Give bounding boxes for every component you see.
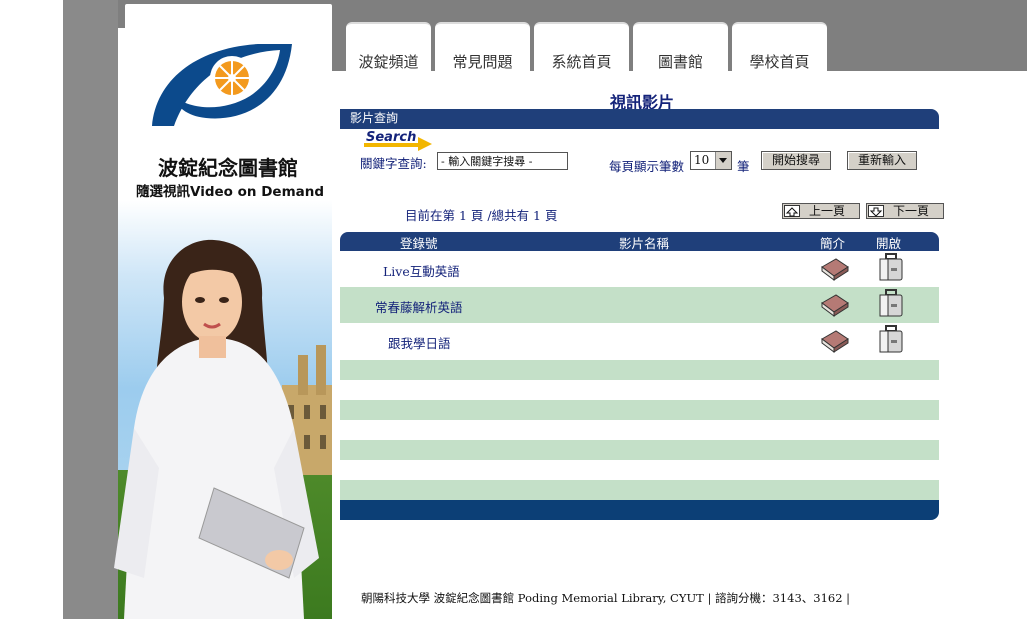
arrow-down-icon xyxy=(868,205,884,217)
tab-school-home[interactable]: 學校首頁 xyxy=(732,22,827,71)
table-row xyxy=(340,360,939,380)
header-name: 影片名稱 xyxy=(619,236,670,251)
library-title: 波錠紀念圖書館 xyxy=(158,156,298,180)
search-logo-icon: Search xyxy=(364,130,432,151)
table-row xyxy=(340,440,939,460)
book-icon[interactable] xyxy=(820,291,850,317)
table-row xyxy=(340,420,939,440)
header-intro: 簡介 xyxy=(820,236,846,251)
keyword-label: 關鍵字查詢: xyxy=(360,156,427,171)
briefcase-icon[interactable] xyxy=(877,252,905,282)
briefcase-icon[interactable] xyxy=(877,288,905,318)
per-page-value: 10 xyxy=(694,153,710,167)
book-icon[interactable] xyxy=(820,255,850,281)
per-page-unit: 筆 xyxy=(737,159,750,174)
table-row xyxy=(340,480,939,500)
next-page-label: 下一頁 xyxy=(893,204,930,218)
video-name-link[interactable]: 跟我學日語 xyxy=(388,333,451,352)
chevron-down-icon[interactable] xyxy=(715,152,731,169)
table-row xyxy=(340,400,939,420)
library-logo[interactable] xyxy=(146,40,296,130)
per-page-label: 每頁顯示筆數 xyxy=(609,159,685,174)
footer-text: 朝陽科技大學 波錠紀念圖書館 Poding Memorial Library, … xyxy=(361,591,851,605)
woman-illustration xyxy=(114,239,319,619)
per-page-select[interactable]: 10 xyxy=(690,151,732,170)
video-name-link[interactable]: 常春藤解析英語 xyxy=(375,297,463,316)
header-id: 登錄號 xyxy=(400,236,438,251)
start-search-button[interactable]: 開始搜尋 xyxy=(761,151,831,170)
video-name-link[interactable]: Live互動英語 xyxy=(383,261,460,280)
table-header: 登錄號 影片名稱 簡介 開啟 xyxy=(340,232,939,251)
briefcase-icon[interactable] xyxy=(877,324,905,354)
table-footer xyxy=(340,500,939,520)
prev-page-button[interactable]: 上一頁 xyxy=(782,203,860,219)
header-open: 開啟 xyxy=(876,236,902,251)
book-icon[interactable] xyxy=(820,327,850,353)
table-row xyxy=(340,380,939,400)
next-page-button[interactable]: 下一頁 xyxy=(866,203,944,219)
tab-system-home[interactable]: 系統首頁 xyxy=(534,22,629,71)
prev-page-label: 上一頁 xyxy=(809,204,846,218)
pagination-info: 目前在第 1 頁 /總共有 1 頁 xyxy=(405,208,558,223)
tab-faq[interactable]: 常見問題 xyxy=(435,22,530,71)
tab-poding-channel[interactable]: 波錠頻道 xyxy=(346,22,431,71)
tab-bar: 波錠頻道 常見問題 系統首頁 圖書館 學校首頁 xyxy=(332,0,1027,71)
arrow-up-icon xyxy=(784,205,800,217)
tab-library[interactable]: 圖書館 xyxy=(633,22,728,71)
search-logo-text: Search xyxy=(366,130,416,145)
keyword-input[interactable] xyxy=(437,152,568,170)
reset-button[interactable]: 重新輸入 xyxy=(847,151,917,170)
table-row xyxy=(340,460,939,480)
library-subtitle: 隨選視訊Video on Demand xyxy=(135,184,325,200)
search-section-header: 影片查詢 xyxy=(340,109,939,129)
